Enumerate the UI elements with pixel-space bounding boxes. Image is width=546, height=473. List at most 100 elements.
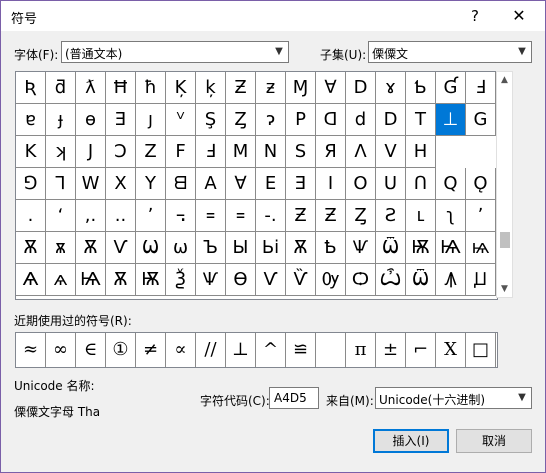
symbol-cell[interactable]: ,. [76, 200, 106, 232]
symbol-cell[interactable]: ķ [196, 72, 226, 104]
symbol-cell[interactable]: ᗺ [166, 168, 196, 200]
recent-symbol-cell[interactable]: ∈ [76, 333, 106, 367]
symbol-cell[interactable]: Ѹ [316, 264, 346, 296]
symbol-cell[interactable]: Ꙡ [466, 264, 496, 296]
symbol-cell[interactable]: Ҍ [316, 232, 346, 264]
recent-symbol-cell[interactable]: // [196, 333, 226, 367]
symbol-cell[interactable]: ħ [136, 72, 166, 104]
symbol-cell[interactable]: Ş [196, 104, 226, 136]
symbol-cell[interactable]: Ѭ [136, 264, 166, 296]
symbol-cell[interactable]: V [376, 136, 406, 168]
symbol-cell[interactable]: F [166, 136, 196, 168]
symbol-cell[interactable]: ɟ [46, 104, 76, 136]
symbol-cell[interactable]: Ƅ [406, 72, 436, 104]
symbol-cell[interactable]: Ьі [256, 232, 286, 264]
symbol-cell[interactable]: Ѫ [76, 232, 106, 264]
symbol-cell[interactable]: Я [316, 136, 346, 168]
symbol-cell[interactable]: T [406, 104, 436, 136]
symbol-cell[interactable]: Ո [406, 168, 436, 200]
symbol-cell[interactable]: O [346, 168, 376, 200]
recent-symbol-cell[interactable] [316, 333, 346, 367]
recent-symbol-cell[interactable]: ≠ [136, 333, 166, 367]
symbol-cell[interactable]: G [466, 104, 496, 136]
symbol-cell[interactable]: ⅁ [16, 168, 46, 200]
font-select[interactable]: (普通文本) ▼ [61, 41, 289, 63]
symbol-cell[interactable]: Ѿ [406, 264, 436, 296]
recent-symbol-cell[interactable]: ⊥ [226, 333, 256, 367]
symbol-cell[interactable]: Ѵ [256, 264, 286, 296]
symbol-cell[interactable]: Ѻ [346, 264, 376, 296]
symbol-cell[interactable]: I [316, 168, 346, 200]
symbol-cell[interactable]: Ѷ [286, 264, 316, 296]
symbol-cell[interactable]: Ǫ [466, 168, 496, 200]
symbol-cell[interactable]: Ȥ [346, 200, 376, 232]
symbol-cell[interactable]: ѡ [166, 232, 196, 264]
symbol-cell[interactable]: Ǝ [106, 104, 136, 136]
symbol-cell[interactable]: ∀ [316, 72, 346, 104]
symbol-cell[interactable]: Ѿ [376, 232, 406, 264]
symbol-cell[interactable]: ɐ [16, 104, 46, 136]
symbol-cell[interactable]: Ƨ [376, 200, 406, 232]
symbol-cell[interactable]: M [226, 136, 256, 168]
recent-symbol-cell[interactable]: Ⅹ [436, 333, 466, 367]
symbol-cell[interactable]: ƌ [46, 72, 76, 104]
symbol-cell[interactable]: ʼ [466, 200, 496, 232]
symbol-cell[interactable]: Ⅎ [466, 72, 496, 104]
symbol-cell[interactable]: Ɠ [436, 72, 466, 104]
symbol-cell[interactable]: Ȥ [226, 104, 256, 136]
symbol-cell[interactable]: Ѩ [436, 232, 466, 264]
symbol-cell[interactable]: Ƶ [286, 200, 316, 232]
symbol-cell[interactable]: Ⅎ [196, 136, 226, 168]
symbol-cell[interactable]: K [16, 136, 46, 168]
recent-symbol-cell[interactable]: ∞ [46, 333, 76, 367]
symbol-cell[interactable]: D [376, 104, 406, 136]
symbol-cell[interactable]: Λ [346, 136, 376, 168]
symbol-cell[interactable]: .. [106, 200, 136, 232]
symbol-cell[interactable]: Ѩ [76, 264, 106, 296]
symbol-cell[interactable]: Ķ [166, 72, 196, 104]
symbol-cell[interactable]: Ѵ [106, 232, 136, 264]
recent-symbol-cell[interactable]: ± [376, 333, 406, 367]
recent-symbol-cell[interactable]: ⌐ [406, 333, 436, 367]
symbol-cell[interactable]: P [286, 104, 316, 136]
symbol-cell[interactable]: Q [436, 168, 466, 200]
symbol-cell[interactable]: ꓾ [166, 200, 196, 232]
symbol-cell[interactable]: ∀ [226, 168, 256, 200]
symbol-cell[interactable]: J [76, 136, 106, 168]
symbol-cell[interactable]: Ѳ [226, 264, 256, 296]
symbol-cell[interactable]: Ѫ [16, 232, 46, 264]
symbol-cell[interactable]: D [346, 72, 376, 104]
symbol-cell[interactable]: S [286, 136, 316, 168]
recent-symbol-cell[interactable]: □ [466, 333, 496, 367]
scrollbar-thumb[interactable] [500, 232, 510, 248]
from-select[interactable]: Unicode(十六进制) ▼ [375, 387, 532, 409]
symbol-cell[interactable]: . [16, 200, 46, 232]
recent-symbol-cell[interactable]: ^ [256, 333, 286, 367]
symbol-cell[interactable]: Ƶ [226, 72, 256, 104]
symbol-cell[interactable]: ƶ [256, 72, 286, 104]
symbol-cell[interactable]: Ѡ [136, 232, 166, 264]
symbol-cell[interactable]: Ħ [106, 72, 136, 104]
symbol-cell[interactable]: Ѱ [346, 232, 376, 264]
symbol-cell[interactable]: Ъ [196, 232, 226, 264]
help-icon[interactable]: ? [463, 4, 487, 28]
symbol-cell[interactable]: ⱽ [166, 104, 196, 136]
symbol-cell[interactable]: Ѧ [16, 264, 46, 296]
symbol-cell[interactable]: Ѱ [196, 264, 226, 296]
symbol-cell[interactable]: ⊥ [436, 104, 466, 136]
insert-button[interactable]: 插入(I) [373, 429, 449, 453]
symbol-cell[interactable]: Ꙟ [436, 264, 466, 296]
symbol-cell[interactable]: H [406, 136, 436, 168]
symbol-cell[interactable]: Ǝ [286, 168, 316, 200]
symbol-cell[interactable]: ʅ [436, 200, 466, 232]
symbol-cell[interactable]: ѫ [46, 232, 76, 264]
symbol-cell[interactable]: Ɱ [286, 72, 316, 104]
symbol-cell[interactable]: ʼ [136, 200, 166, 232]
symbol-cell[interactable]: d [346, 104, 376, 136]
symbol-cell[interactable]: Ƶ [316, 200, 346, 232]
symbol-cell[interactable]: E [256, 168, 286, 200]
recent-symbol-cell[interactable]: ≌ [286, 333, 316, 367]
cancel-button[interactable]: 取消 [456, 429, 532, 453]
symbol-cell[interactable]: ⳑ [406, 200, 436, 232]
recent-symbol-cell[interactable]: π [346, 333, 376, 367]
